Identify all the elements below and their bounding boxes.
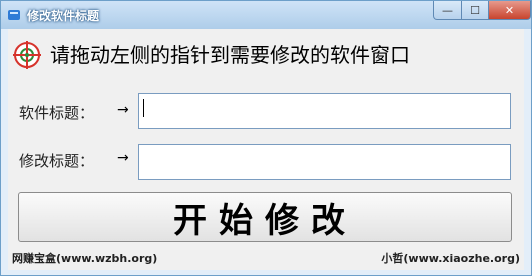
modify-title-label: 修改标题： [19,152,95,170]
arrow-icon: → [117,102,129,118]
footer-link-right[interactable]: 小哲(www.xiaozhe.org) [381,250,520,266]
maximize-button[interactable]: ☐ [461,1,489,20]
software-title-label: 软件标题： [19,104,95,122]
title-bar[interactable]: 修改软件标题 — ☐ ✕ [1,1,531,29]
window-title: 修改软件标题 [27,9,100,23]
crosshair-icon[interactable] [13,41,41,69]
close-button[interactable]: ✕ [488,1,531,20]
app-icon [8,10,20,20]
text-caret [143,99,144,117]
software-title-input[interactable] [138,93,511,129]
minimize-button[interactable]: — [433,1,462,20]
instruction-text: 请拖动左侧的指针到需要修改的软件窗口 [50,43,410,67]
start-modify-button[interactable]: 开始修改 [18,192,512,242]
arrow-icon: → [117,150,129,166]
client-area: 请拖动左侧的指针到需要修改的软件窗口 软件标题： → 修改标题： → 开始修改 … [8,29,524,270]
modify-title-input[interactable] [138,144,511,180]
footer-link-left[interactable]: 网赚宝盒(www.wzbh.org) [12,250,157,266]
main-window: 修改软件标题 — ☐ ✕ 请拖动左侧的指针到需要修改的软件窗口 软件标题： → … [0,0,532,276]
